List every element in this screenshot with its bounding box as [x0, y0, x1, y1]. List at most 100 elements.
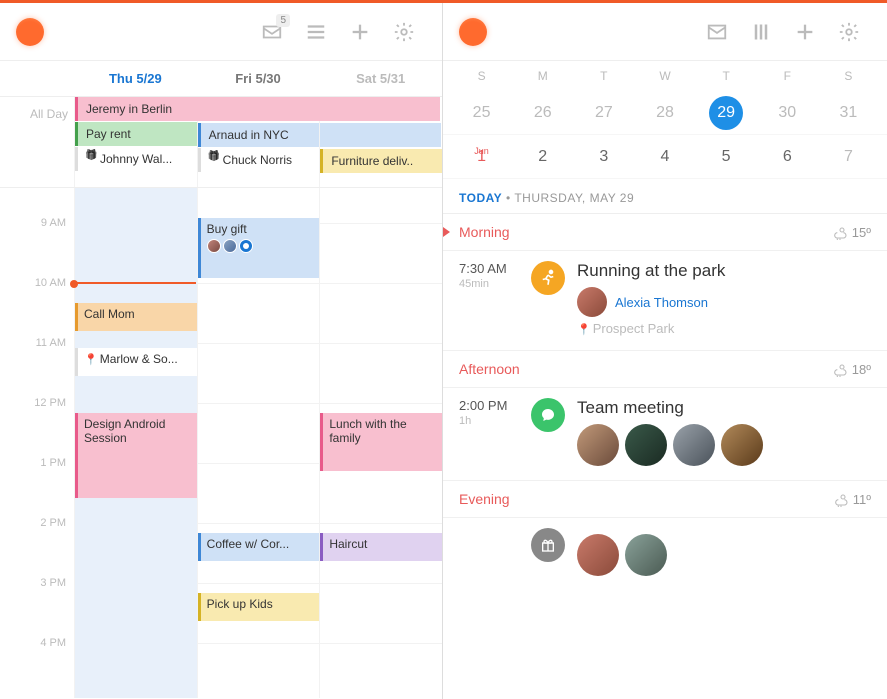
- avatar[interactable]: [577, 424, 619, 466]
- allday-section: All Day Jeremy in Berlin Pay rent Johnny…: [0, 97, 442, 188]
- chat-icon: [531, 398, 565, 432]
- date-cell[interactable]: 2: [512, 148, 573, 166]
- attendee-avatars: [577, 534, 667, 576]
- event[interactable]: 📍Marlow & So...: [75, 348, 197, 376]
- event-title: Running at the park: [577, 261, 725, 281]
- settings-button[interactable]: [382, 10, 426, 54]
- sunrise-logo: [459, 18, 487, 46]
- date-cell[interactable]: 31: [818, 104, 879, 122]
- temperature: 18º: [832, 361, 871, 377]
- add-button[interactable]: [783, 10, 827, 54]
- date-cell[interactable]: 6: [757, 148, 818, 166]
- avatar[interactable]: [625, 424, 667, 466]
- avatar[interactable]: [625, 534, 667, 576]
- weekday: S: [818, 69, 879, 83]
- allday-event[interactable]: Johnny Wal...: [75, 147, 197, 171]
- event[interactable]: Call Mom: [75, 303, 197, 331]
- gift-icon: [209, 153, 220, 164]
- menu-button[interactable]: [294, 10, 338, 54]
- hour-label: 1 PM: [40, 457, 66, 469]
- day-column[interactable]: Buy gift Coffee w/ Cor... Pick up Kids: [197, 188, 320, 698]
- topbar: 5: [0, 3, 442, 61]
- hour-label: 9 AM: [41, 217, 66, 229]
- hour-label: 10 AM: [35, 277, 66, 289]
- event-time: 7:30 AM 45min: [459, 261, 531, 336]
- day-header[interactable]: Thu 5/29: [74, 71, 197, 86]
- date-cell[interactable]: 7: [818, 148, 879, 166]
- event[interactable]: Design Android Session: [75, 413, 197, 498]
- inbox-badge: 5: [276, 14, 290, 27]
- date-cell[interactable]: 30: [757, 104, 818, 122]
- day-column[interactable]: Lunch with the family Haircut: [319, 188, 442, 698]
- weekday-row: S M T W T F S: [443, 61, 887, 91]
- weekday: F: [757, 69, 818, 83]
- event[interactable]: Coffee w/ Cor...: [198, 533, 320, 561]
- event[interactable]: Buy gift: [198, 218, 320, 278]
- hour-label: 4 PM: [40, 637, 66, 649]
- pin-icon: 📍: [84, 354, 98, 366]
- hour-label: 12 PM: [34, 397, 66, 409]
- topbar: [443, 3, 887, 61]
- day-column-today[interactable]: Call Mom 📍Marlow & So... Design Android …: [74, 188, 197, 698]
- mail-button[interactable]: [695, 10, 739, 54]
- add-button[interactable]: [338, 10, 382, 54]
- agenda-item[interactable]: [443, 518, 887, 590]
- month-row: Jun1 2 3 4 5 6 7: [443, 135, 887, 179]
- settings-button[interactable]: [827, 10, 871, 54]
- agenda-item[interactable]: 2:00 PM 1h Team meeting: [443, 388, 887, 481]
- avatar[interactable]: [721, 424, 763, 466]
- avatar: [577, 287, 607, 317]
- temperature: 15º: [832, 224, 871, 240]
- weather-icon: [833, 491, 849, 507]
- date-cell[interactable]: 26: [512, 104, 573, 122]
- calendar-agenda-view: S M T W T F S 25 26 27 28 29 30 31 Jun1 …: [443, 3, 887, 699]
- gift-icon: [531, 528, 565, 562]
- event-title: Team meeting: [577, 398, 763, 418]
- day-header[interactable]: Sat 5/31: [319, 71, 442, 86]
- gift-icon: [86, 152, 97, 163]
- timeline[interactable]: 9 AM 10 AM 11 AM 12 PM 1 PM 2 PM 3 PM 4 …: [0, 188, 442, 698]
- weekday: S: [451, 69, 512, 83]
- month-row: 25 26 27 28 29 30 31: [443, 91, 887, 135]
- attendee-avatars: [207, 239, 314, 253]
- day-header[interactable]: Fri 5/30: [197, 71, 320, 86]
- weekday: W: [634, 69, 695, 83]
- day-headers: Thu 5/29 Fri 5/30 Sat 5/31: [0, 61, 442, 97]
- event[interactable]: Haircut: [320, 533, 442, 561]
- pin-icon: 📍: [577, 324, 591, 336]
- date-cell[interactable]: 28: [634, 104, 695, 122]
- avatar[interactable]: [577, 534, 619, 576]
- date-cell-selected[interactable]: 29: [696, 96, 757, 130]
- section-morning: Morning 15º: [443, 214, 887, 251]
- hour-label: 11 AM: [36, 337, 66, 349]
- event[interactable]: Lunch with the family: [320, 413, 442, 471]
- date-cell[interactable]: 25: [451, 104, 512, 122]
- allday-event[interactable]: Furniture deliv..: [320, 149, 442, 173]
- date-cell[interactable]: 5: [696, 148, 757, 166]
- event-time: 2:00 PM 1h: [459, 398, 531, 466]
- date-cell[interactable]: 27: [573, 104, 634, 122]
- allday-event[interactable]: Pay rent: [75, 122, 197, 146]
- hour-label: 3 PM: [40, 577, 66, 589]
- view-button[interactable]: [739, 10, 783, 54]
- date-cell[interactable]: Jun1: [451, 148, 512, 166]
- date-cell[interactable]: 4: [634, 148, 695, 166]
- month-label: Jun: [474, 146, 489, 156]
- now-indicator: [74, 282, 196, 284]
- date-cell[interactable]: 3: [573, 148, 634, 166]
- section-evening: Evening 11º: [443, 481, 887, 518]
- inbox-button[interactable]: 5: [250, 10, 294, 54]
- weather-icon: [832, 224, 848, 240]
- today-header: TODAY • THURSDAY, MAY 29: [443, 179, 887, 214]
- hour-label: 2 PM: [40, 517, 66, 529]
- allday-event[interactable]: Jeremy in Berlin: [75, 97, 440, 121]
- section-afternoon: Afternoon 18º: [443, 351, 887, 388]
- attendee[interactable]: Alexia Thomson: [577, 287, 725, 317]
- allday-event[interactable]: Chuck Norris: [198, 148, 320, 172]
- sunrise-logo: [16, 18, 44, 46]
- event[interactable]: Pick up Kids: [198, 593, 320, 621]
- agenda-item[interactable]: 7:30 AM 45min Running at the park Alexia…: [443, 251, 887, 351]
- temperature: 11º: [833, 491, 871, 507]
- weekday: M: [512, 69, 573, 83]
- avatar[interactable]: [673, 424, 715, 466]
